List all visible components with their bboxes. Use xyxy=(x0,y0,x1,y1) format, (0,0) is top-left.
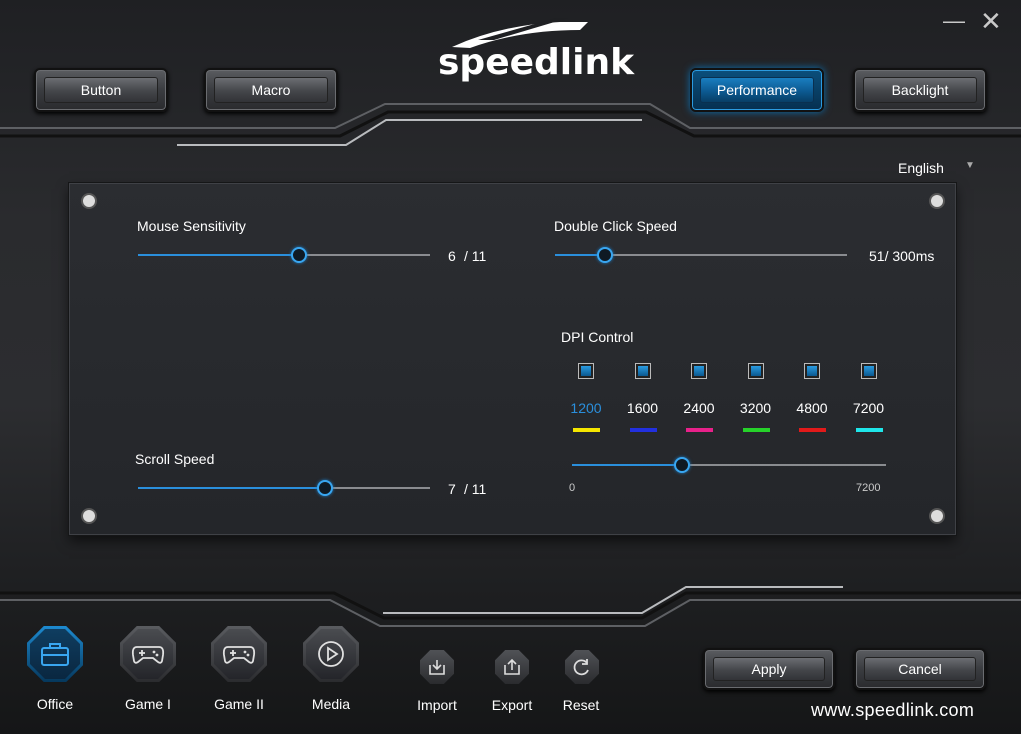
tab-backlight[interactable]: Backlight xyxy=(853,68,987,112)
cancel-button[interactable]: Cancel xyxy=(854,648,986,690)
dpi-color-swatch xyxy=(799,428,826,432)
mode-game2-label: Game II xyxy=(214,696,264,712)
screw-icon xyxy=(83,195,95,207)
dpi-slider[interactable] xyxy=(572,457,886,473)
dpi-checkbox-check xyxy=(694,366,704,376)
mouse-sensitivity-knob[interactable] xyxy=(291,247,307,263)
scroll-speed-value: 7 xyxy=(448,481,456,497)
export-button[interactable] xyxy=(495,650,529,684)
scroll-speed-slider[interactable] xyxy=(138,480,430,496)
website-url: www.speedlink.com xyxy=(811,700,975,720)
screw-icon xyxy=(931,510,943,522)
close-icon[interactable]: ✕ xyxy=(980,8,1002,34)
dpi-checkbox-check xyxy=(581,366,591,376)
dpi-checkbox-5[interactable] xyxy=(860,363,877,379)
mode-game1-label: Game I xyxy=(125,696,171,712)
dpi-checkbox-check xyxy=(637,366,648,376)
minimize-icon[interactable]: — xyxy=(943,8,965,34)
mouse-sensitivity-fill xyxy=(138,254,299,256)
dpi-checkbox-1[interactable] xyxy=(634,363,651,379)
mode-office-label: Office xyxy=(36,696,74,712)
dpi-checkbox-4[interactable] xyxy=(804,363,820,379)
tab-macro[interactable]: Macro xyxy=(204,68,338,112)
tab-performance-label: Performance xyxy=(716,82,798,98)
dpi-level-value[interactable]: 7200 xyxy=(844,400,894,416)
export-label: Export xyxy=(491,697,533,713)
export-icon xyxy=(495,650,529,684)
dpi-checkbox-check xyxy=(750,366,761,376)
dpi-level-value[interactable]: 1200 xyxy=(561,400,611,416)
tab-button[interactable]: Button xyxy=(34,68,168,112)
double-click-speed-label: Double Click Speed xyxy=(554,218,677,234)
mouse-sensitivity-max: / 11 xyxy=(464,248,487,264)
import-label: Import xyxy=(417,697,457,713)
gamepad-icon xyxy=(211,626,267,682)
dpi-checkbox-0[interactable] xyxy=(578,363,594,379)
dpi-checkbox-check xyxy=(807,366,817,376)
dpi-level-value[interactable]: 1600 xyxy=(618,400,668,416)
play-icon xyxy=(303,626,359,682)
mode-media-label: Media xyxy=(311,696,351,712)
dpi-level-value[interactable]: 4800 xyxy=(787,400,837,416)
tab-macro-label: Macro xyxy=(251,82,291,98)
apply-button[interactable]: Apply xyxy=(703,648,835,690)
briefcase-icon xyxy=(27,626,83,682)
scroll-speed-max: / 11 xyxy=(464,481,487,497)
mouse-sensitivity-label: Mouse Sensitivity xyxy=(137,218,246,234)
mouse-sensitivity-slider[interactable] xyxy=(138,247,430,263)
tab-button-label: Button xyxy=(80,82,122,98)
dpi-level-value[interactable]: 3200 xyxy=(731,400,781,416)
performance-panel: Mouse Sensitivity 6 / 11 Double Click Sp… xyxy=(69,183,956,535)
reset-label: Reset xyxy=(562,697,600,713)
chevron-down-icon[interactable]: ▼ xyxy=(965,160,975,171)
dpi-slider-knob[interactable] xyxy=(674,457,690,473)
language-select[interactable]: English xyxy=(898,160,944,176)
dpi-checkbox-3[interactable] xyxy=(747,363,764,379)
double-click-speed-value: 51/ 300ms xyxy=(869,248,935,264)
mode-game2-button[interactable] xyxy=(211,626,267,682)
screw-icon xyxy=(931,195,943,207)
gamepad-icon xyxy=(120,626,176,682)
dpi-color-swatch xyxy=(855,428,883,432)
screw-icon xyxy=(83,510,95,522)
mode-media-button[interactable] xyxy=(303,626,359,682)
speedlink-logo: speedlink xyxy=(438,42,635,83)
dpi-slider-fill xyxy=(572,464,682,466)
dpi-color-swatch xyxy=(686,428,713,432)
mode-office-button[interactable] xyxy=(27,626,83,682)
scroll-speed-knob[interactable] xyxy=(317,480,333,496)
reset-button[interactable] xyxy=(565,650,599,684)
dpi-color-swatch xyxy=(742,428,770,432)
scroll-speed-fill xyxy=(138,487,325,489)
dpi-slider-max: 7200 xyxy=(856,482,881,494)
scroll-speed-label: Scroll Speed xyxy=(135,451,215,467)
import-button[interactable] xyxy=(420,650,454,684)
tab-performance[interactable]: Performance xyxy=(690,68,824,112)
reset-icon xyxy=(565,650,599,684)
dpi-level-value[interactable]: 2400 xyxy=(674,400,724,416)
app-window: — ✕ speedlink Button Macro Performance B… xyxy=(0,0,1021,734)
cancel-label: Cancel xyxy=(898,661,942,677)
dpi-color-swatch xyxy=(629,428,657,432)
double-click-speed-knob[interactable] xyxy=(597,247,613,263)
dpi-control-label: DPI Control xyxy=(561,329,634,345)
mouse-sensitivity-value: 6 xyxy=(448,248,456,264)
dpi-color-swatch xyxy=(573,428,600,432)
tab-backlight-label: Backlight xyxy=(891,82,949,98)
mode-game1-button[interactable] xyxy=(120,626,176,682)
import-icon xyxy=(420,650,454,684)
double-click-speed-slider[interactable] xyxy=(555,247,847,263)
dpi-checkbox-check xyxy=(863,366,874,376)
apply-label: Apply xyxy=(751,661,787,677)
dpi-checkbox-2[interactable] xyxy=(691,363,707,379)
dpi-slider-min: 0 xyxy=(569,482,576,494)
